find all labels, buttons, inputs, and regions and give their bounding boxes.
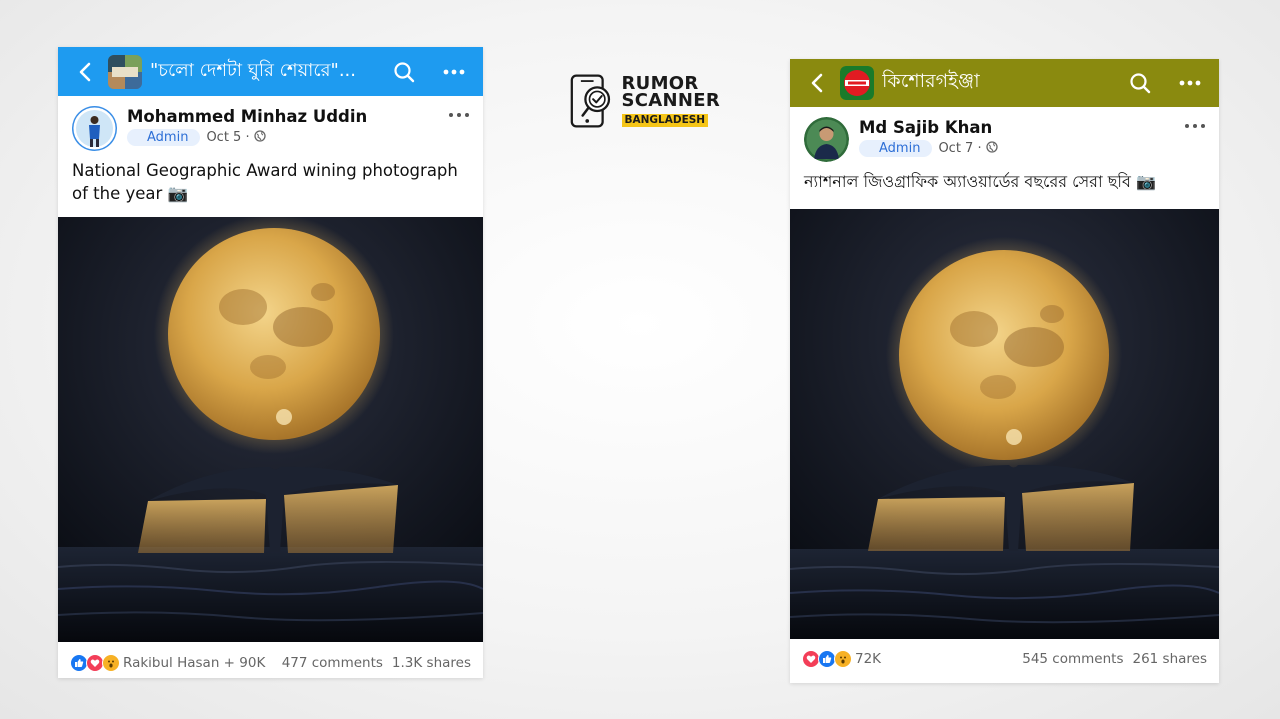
author-name[interactable]: Mohammed Minhaz Uddin xyxy=(127,106,367,128)
post-footer: 72K 545 comments 261 shares xyxy=(790,647,1219,671)
avatar[interactable] xyxy=(72,106,117,151)
post-photo[interactable] xyxy=(58,217,483,642)
post-header: Mohammed Minhaz Uddin Admin Oct 5 · xyxy=(58,96,483,151)
search-icon[interactable] xyxy=(1125,68,1155,98)
reaction-icons[interactable] xyxy=(70,654,120,672)
wow-icon xyxy=(834,650,852,668)
group-header-bar: "চলো দেশটা ঘুরি শেয়ারে"... xyxy=(58,47,483,96)
post-footer: Rakibul Hasan + 90K 477 comments 1.3K sh… xyxy=(58,651,483,675)
right-post-card: কিশোরগইঞ্জা Md Sajib Khan Admin Oct 7 · xyxy=(790,59,1219,683)
post-more-icon[interactable] xyxy=(1183,115,1207,131)
admin-badge: Admin xyxy=(859,140,933,157)
logo-line-2: SCANNER xyxy=(621,90,720,111)
group-avatar[interactable] xyxy=(840,66,874,100)
more-icon[interactable] xyxy=(1175,68,1205,98)
post-date[interactable]: Oct 5 · xyxy=(206,130,249,145)
author-name[interactable]: Md Sajib Khan xyxy=(859,117,998,139)
post-header: Md Sajib Khan Admin Oct 7 · xyxy=(790,107,1219,162)
post-more-icon[interactable] xyxy=(447,104,471,120)
back-arrow-icon[interactable] xyxy=(72,58,100,86)
post-text: National Geographic Award wining photogr… xyxy=(72,161,458,203)
post-date[interactable]: Oct 7 · xyxy=(938,141,981,156)
search-icon[interactable] xyxy=(389,57,419,87)
globe-icon xyxy=(253,129,266,146)
rumor-scanner-logo: RUMOR SCANNER BANGLADESH xyxy=(570,71,720,131)
reactions-label[interactable]: 72K xyxy=(855,651,881,667)
group-name[interactable]: কিশোরগইঞ্জা xyxy=(882,67,1105,99)
left-post-card: "চলো দেশটা ঘুরি শেয়ারে"... Mohammed Min… xyxy=(58,47,483,678)
shares-count[interactable]: 261 shares xyxy=(1132,651,1207,667)
wow-icon xyxy=(102,654,120,672)
shares-count[interactable]: 1.3K shares xyxy=(392,655,471,671)
group-avatar[interactable] xyxy=(108,54,142,89)
globe-icon xyxy=(985,140,998,157)
reaction-icons[interactable] xyxy=(802,650,852,668)
comments-count[interactable]: 545 comments xyxy=(1022,651,1123,667)
back-arrow-icon[interactable] xyxy=(804,69,832,97)
logo-line-3: BANGLADESH xyxy=(621,114,709,127)
admin-badge: Admin xyxy=(127,129,201,146)
phone-check-icon xyxy=(570,74,611,128)
reactions-label[interactable]: Rakibul Hasan + 90K xyxy=(123,655,265,671)
avatar[interactable] xyxy=(804,117,849,162)
post-text: ন্যাশনাল জিওগ্রাফিক অ্যাওয়ার্ডের বছরের … xyxy=(804,172,1156,191)
more-icon[interactable] xyxy=(439,57,469,87)
group-name[interactable]: "চলো দেশটা ঘুরি শেয়ারে"... xyxy=(150,56,369,87)
post-photo[interactable] xyxy=(790,209,1219,639)
comments-count[interactable]: 477 comments xyxy=(282,655,383,671)
group-header-bar: কিশোরগইঞ্জা xyxy=(790,59,1219,107)
